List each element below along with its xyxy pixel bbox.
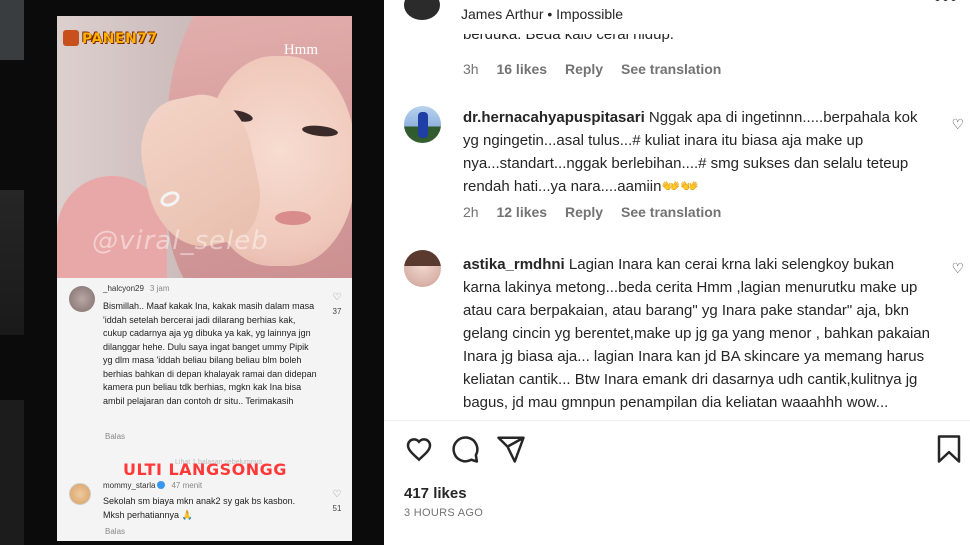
comment-username[interactable]: dr.hernacahyapuspitasari: [463, 109, 645, 126]
comment-clip: astika_rmdhni Lagian Inara kan cerai krn…: [463, 253, 935, 410]
bookmark-icon[interactable]: [934, 434, 964, 464]
comment-likes[interactable]: 16 likes: [496, 61, 547, 77]
reply-button[interactable]: Reply: [565, 204, 603, 220]
verified-icon: [157, 481, 166, 489]
edge-thumbnail: [0, 0, 24, 60]
left-media-panel: PANEN77 Hmm @viral_seleb _halcyon29 3 jam…: [0, 0, 384, 545]
screen: PANEN77 Hmm @viral_seleb _halcyon29 3 jam…: [0, 0, 970, 545]
comment-icon[interactable]: [450, 434, 480, 464]
avatar: [69, 483, 91, 505]
overlay-banner: ULTI LANGSONGG: [123, 460, 287, 479]
comment-time: 3h: [463, 61, 479, 77]
comment-time: 2h: [463, 204, 479, 220]
avatar: [69, 286, 95, 312]
post-panel: James Arthur • Impossible ••• berduka. B…: [384, 0, 970, 545]
overlay-caption: Hmm: [283, 42, 318, 58]
comment: astika_rmdhni Lagian Inara kan cerai krn…: [463, 253, 935, 410]
avatar[interactable]: [404, 250, 441, 287]
edge-thumbnail: [0, 400, 24, 545]
comment-likes[interactable]: 12 likes: [496, 204, 547, 220]
comment-text: Bismillah.. Maaf kakak Ina, kakak masih …: [103, 301, 317, 406]
author-avatar[interactable]: [404, 0, 440, 20]
comment-like: ♡ 51: [332, 489, 342, 513]
avatar[interactable]: [404, 106, 441, 143]
embedded-comment: _halcyon29 3 jam Bismillah.. Maaf kakak I…: [69, 284, 344, 456]
comment: dr.hernacahyapuspitasari Nggak apa di in…: [463, 106, 935, 198]
heart-icon[interactable]: ♡: [951, 260, 964, 277]
post-timestamp: 3 HOURS AGO: [404, 507, 484, 519]
comment-username: _halcyon29 3 jam: [103, 284, 170, 293]
likes-count[interactable]: 417 likes: [404, 485, 467, 502]
comment-text-partial: berduka. Beda kalo cerai hidup.: [463, 26, 674, 43]
audio-label[interactable]: James Arthur • Impossible: [461, 6, 623, 22]
heart-icon[interactable]: ♡: [951, 116, 964, 133]
embedded-screenshot: PANEN77 Hmm @viral_seleb _halcyon29 3 jam…: [57, 16, 352, 541]
comment-text: Lagian Inara kan cerai krna laki selengk…: [463, 256, 930, 410]
heart-icon: ♡: [332, 292, 342, 303]
see-translation-button[interactable]: See translation: [621, 204, 721, 220]
share-icon[interactable]: [496, 434, 526, 464]
divider: [384, 420, 970, 421]
embedded-comment: mommy_starla 47 menit Sekolah sm biaya mk…: [69, 481, 344, 539]
reply-link: Balas: [105, 432, 126, 441]
video-frame: PANEN77 Hmm @viral_seleb: [57, 16, 352, 278]
comment-text: Sekolah sm biaya mkn anak2 sy gak bs kas…: [103, 496, 296, 520]
comment-username: mommy_starla 47 menit: [103, 481, 203, 490]
comment-username[interactable]: astika_rmdhni: [463, 256, 565, 273]
reply-button[interactable]: Reply: [565, 61, 603, 77]
brand-logo: PANEN77: [63, 30, 158, 47]
see-translation-button[interactable]: See translation: [621, 61, 721, 77]
heart-icon: ♡: [332, 489, 342, 500]
edge-thumbnail: [0, 190, 24, 335]
reply-link: Balas: [105, 527, 126, 536]
comment-like: ♡ 37: [332, 292, 342, 316]
comment-meta: 3h 16 likes Reply See translation: [463, 61, 735, 77]
heart-icon[interactable]: [404, 434, 434, 464]
watermark: @viral_seleb: [92, 226, 269, 256]
comment-meta: 2h 12 likes Reply See translation: [463, 204, 735, 220]
more-icon[interactable]: •••: [934, 0, 958, 11]
logo-icon: [63, 30, 79, 46]
